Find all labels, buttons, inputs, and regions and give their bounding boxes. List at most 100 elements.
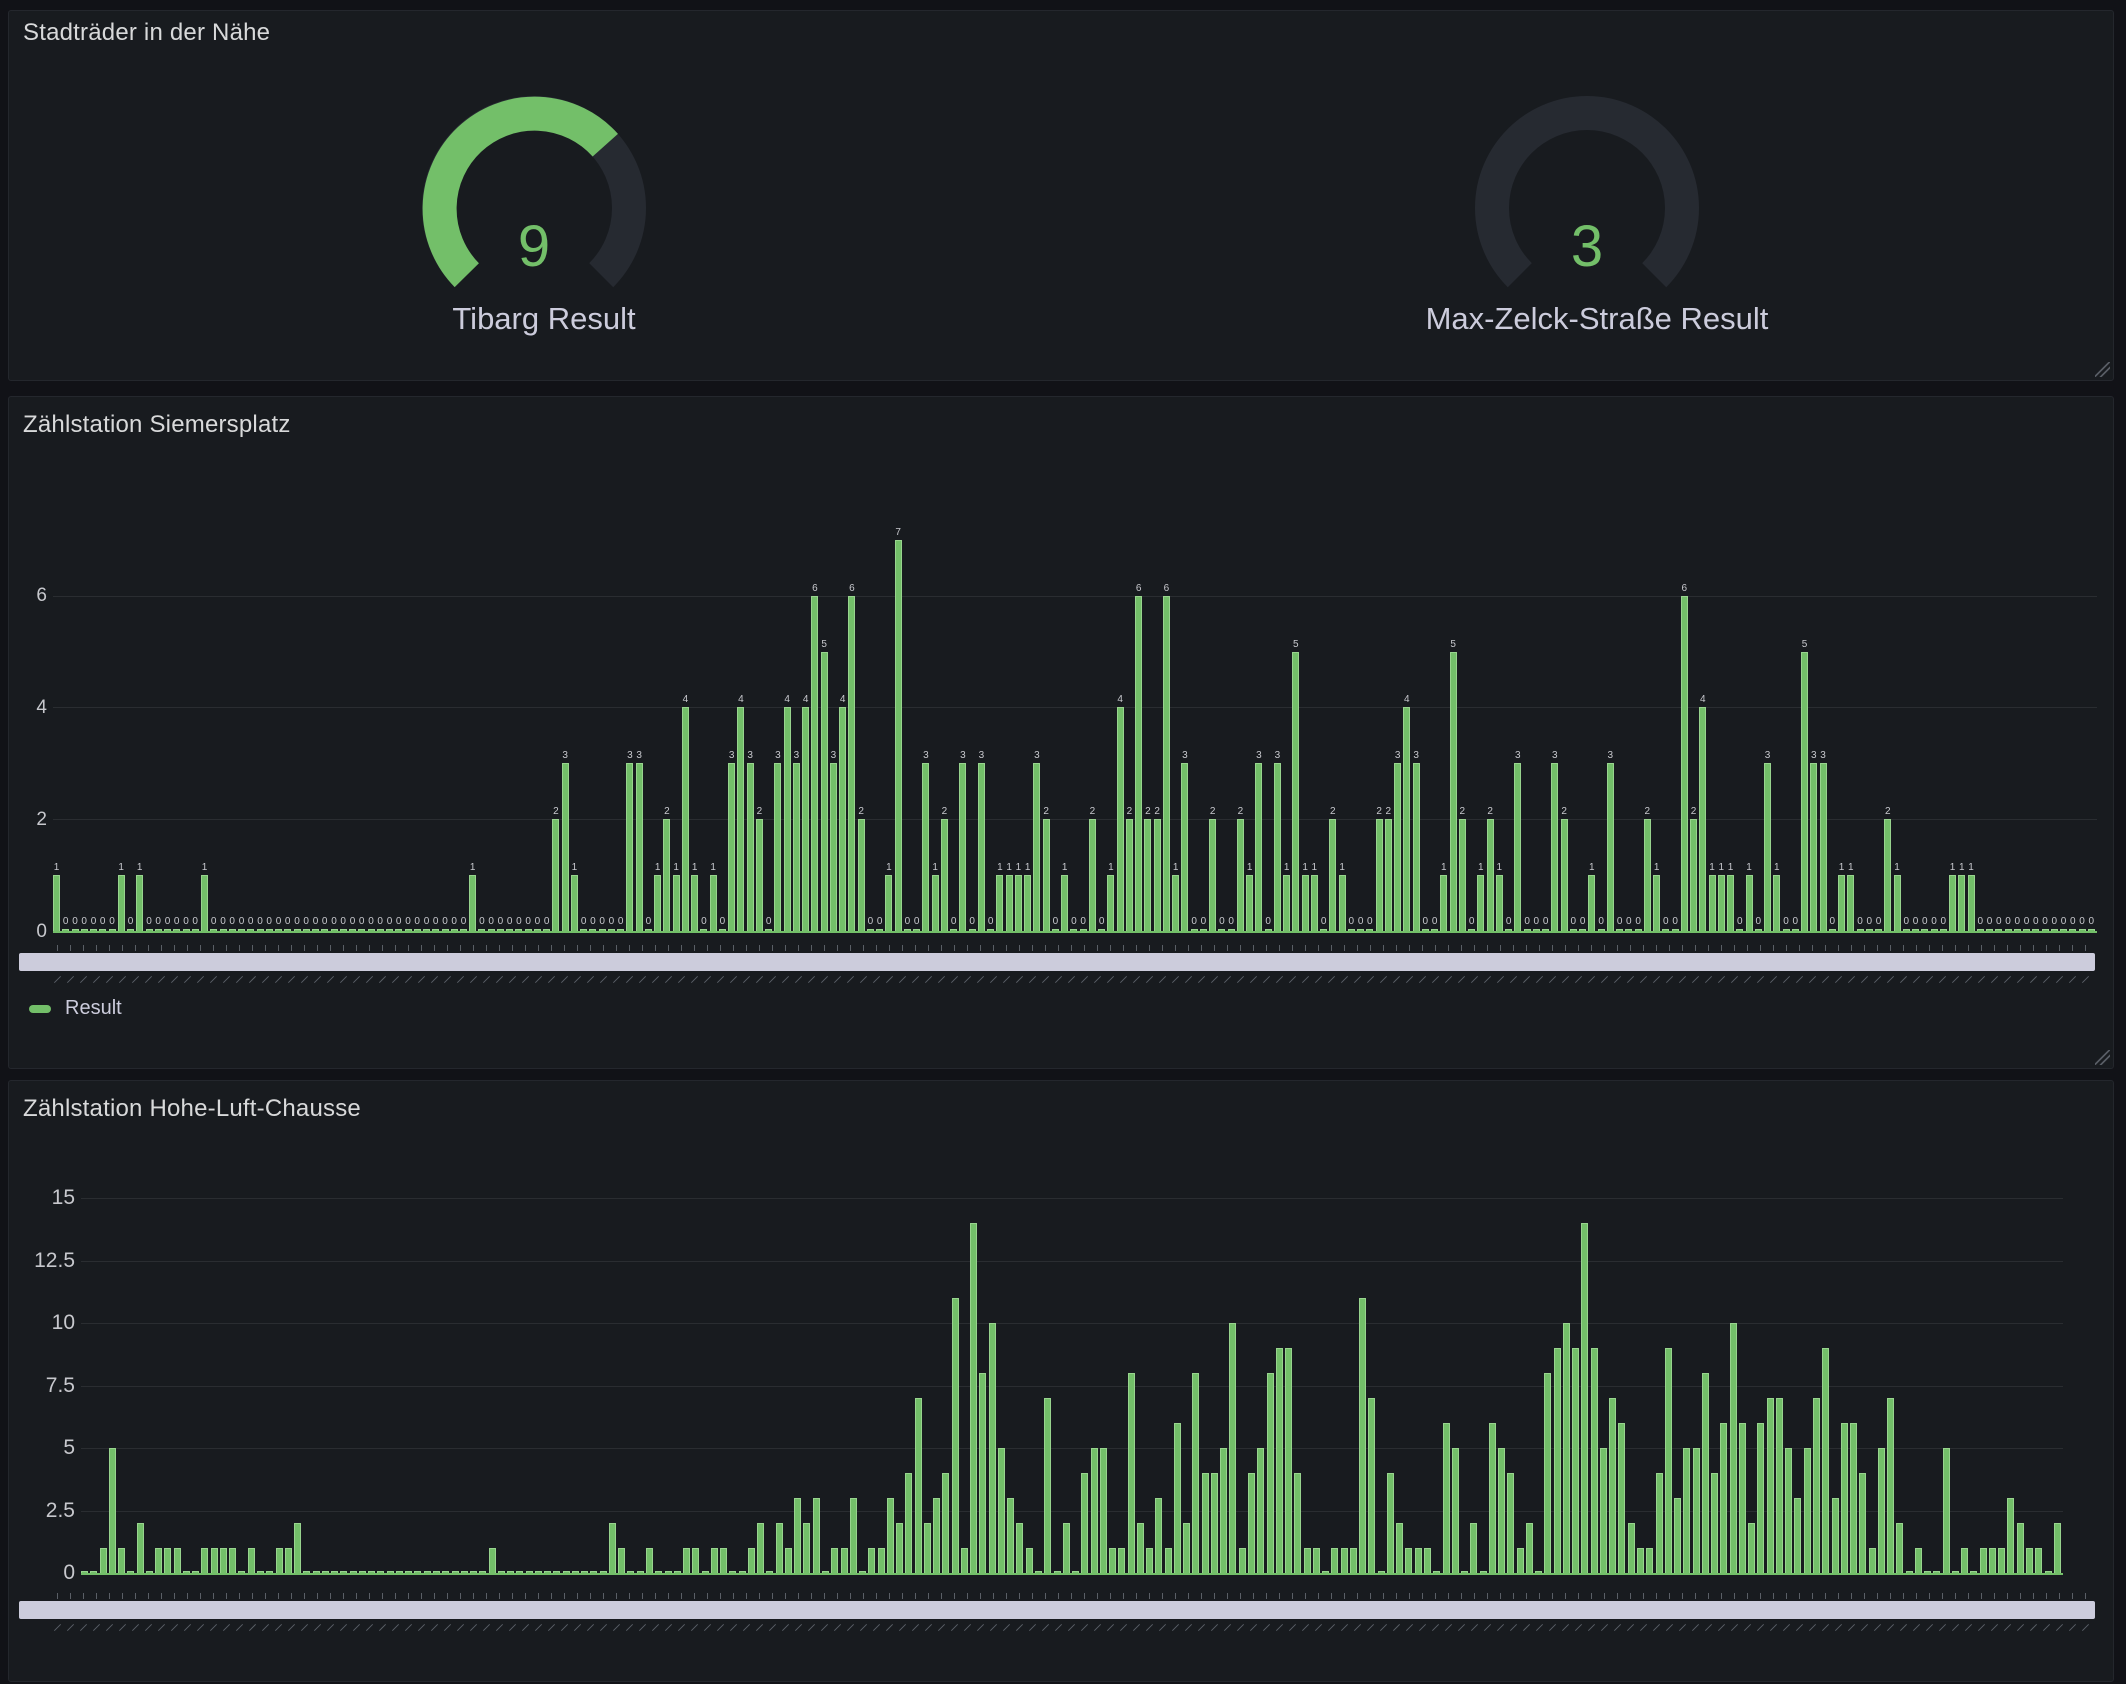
bar — [2007, 1498, 2014, 1573]
tick-mark — [980, 945, 981, 951]
bar-value-label: 1 — [1766, 862, 1788, 873]
tick-mark — [1448, 945, 1449, 951]
panel-resize-icon[interactable] — [2095, 362, 2110, 377]
tick-mark — [213, 1593, 214, 1599]
bar — [303, 1571, 310, 1573]
tick-mark — [1552, 945, 1553, 951]
bar — [1489, 1423, 1496, 1573]
tick-mark — [304, 945, 305, 951]
x-scrollbar[interactable] — [19, 1601, 2095, 1619]
bar — [692, 1548, 699, 1573]
bar — [1274, 763, 1281, 931]
tick-mark — [1136, 1593, 1137, 1599]
bar — [1091, 1448, 1098, 1573]
tick-mark — [746, 945, 747, 951]
x-scrollbar[interactable] — [19, 953, 2095, 971]
tick-mark — [1773, 1593, 1774, 1599]
bar — [1163, 596, 1170, 931]
tick-mark — [1656, 1593, 1657, 1599]
tick-mark — [1864, 945, 1865, 951]
bar — [543, 929, 550, 931]
bar — [423, 929, 430, 931]
tick-mark — [330, 1593, 331, 1599]
bar — [127, 1571, 134, 1573]
tick-mark — [70, 945, 71, 951]
bar-value-label: 3 — [915, 750, 937, 761]
tick-mark — [2046, 1593, 2047, 1599]
bar — [322, 1571, 329, 1573]
tick-mark — [837, 1593, 838, 1599]
tick-mark — [1474, 945, 1475, 951]
tick-mark — [265, 1593, 266, 1599]
panel-stadtraeder: Stadträder in der Nähe 9 Tibarg Result 3… — [8, 10, 2114, 381]
tick-mark — [824, 1593, 825, 1599]
tick-mark — [109, 1593, 110, 1599]
bar — [1285, 1348, 1292, 1573]
tick-mark — [1799, 1593, 1800, 1599]
tick-mark — [902, 945, 903, 951]
tick-mark — [1721, 1593, 1722, 1599]
bar — [1341, 1548, 1348, 1573]
tick-mark — [1461, 945, 1462, 951]
bar — [155, 1548, 162, 1573]
tick-mark — [1084, 945, 1085, 951]
bar — [1385, 819, 1392, 931]
bar — [1348, 929, 1355, 931]
tick-mark — [1955, 1593, 1956, 1599]
bar — [1422, 929, 1429, 931]
bar — [1098, 929, 1105, 931]
bar — [377, 1571, 384, 1573]
bar-value-label: 2 — [1229, 806, 1251, 817]
bar — [1884, 819, 1891, 931]
y-axis-tick-label: 10 — [15, 1311, 75, 1335]
tick-mark — [1773, 945, 1774, 951]
tick-mark — [1695, 945, 1696, 951]
bar — [1600, 1448, 1607, 1573]
tick-mark — [928, 945, 929, 951]
bar — [146, 929, 153, 931]
tick-mark — [1695, 1593, 1696, 1599]
bar — [535, 1571, 542, 1573]
tick-mark — [1474, 1593, 1475, 1599]
panel-resize-icon[interactable] — [2095, 1050, 2110, 1065]
bar — [803, 1523, 810, 1573]
bar — [1637, 1548, 1644, 1573]
bar — [1237, 819, 1244, 931]
tick-mark — [1175, 1593, 1176, 1599]
bar — [331, 1571, 338, 1573]
bar-value-label: 1 — [1646, 862, 1668, 873]
panel-title[interactable]: Stadträder in der Nähe — [23, 19, 270, 47]
tick-mark — [694, 1593, 695, 1599]
x-axis-baseline — [53, 931, 2097, 933]
tick-mark — [2007, 945, 2008, 951]
tick-mark — [109, 945, 110, 951]
tick-mark — [1565, 1593, 1566, 1599]
tick-mark — [421, 945, 422, 951]
bar — [1783, 929, 1790, 931]
legend-series-label[interactable]: Result — [65, 997, 122, 1020]
tick-mark — [551, 1593, 552, 1599]
tick-mark — [954, 1593, 955, 1599]
bar — [109, 929, 116, 931]
bar — [2088, 929, 2095, 931]
bar — [164, 1548, 171, 1573]
tick-mark — [83, 945, 84, 951]
tick-mark — [850, 1593, 851, 1599]
bar — [905, 1473, 912, 1573]
bar-value-label: 1 — [1738, 862, 1760, 873]
tick-mark — [668, 1593, 669, 1599]
bar — [2023, 929, 2030, 931]
bar-value-label: 5 — [1442, 639, 1464, 650]
bar-chart-hohe-luft[interactable]: 02.557.51012.515 — [9, 1081, 2113, 1681]
bar — [1246, 875, 1253, 931]
bar — [1498, 1448, 1505, 1573]
tick-mark — [1734, 945, 1735, 951]
bar — [2060, 929, 2067, 931]
tick-mark — [1942, 945, 1943, 951]
tick-mark — [486, 945, 487, 951]
bar — [1579, 929, 1586, 931]
tick-mark — [148, 1593, 149, 1599]
tick-mark — [902, 1593, 903, 1599]
bar — [1943, 1448, 1950, 1573]
bar — [506, 929, 513, 931]
